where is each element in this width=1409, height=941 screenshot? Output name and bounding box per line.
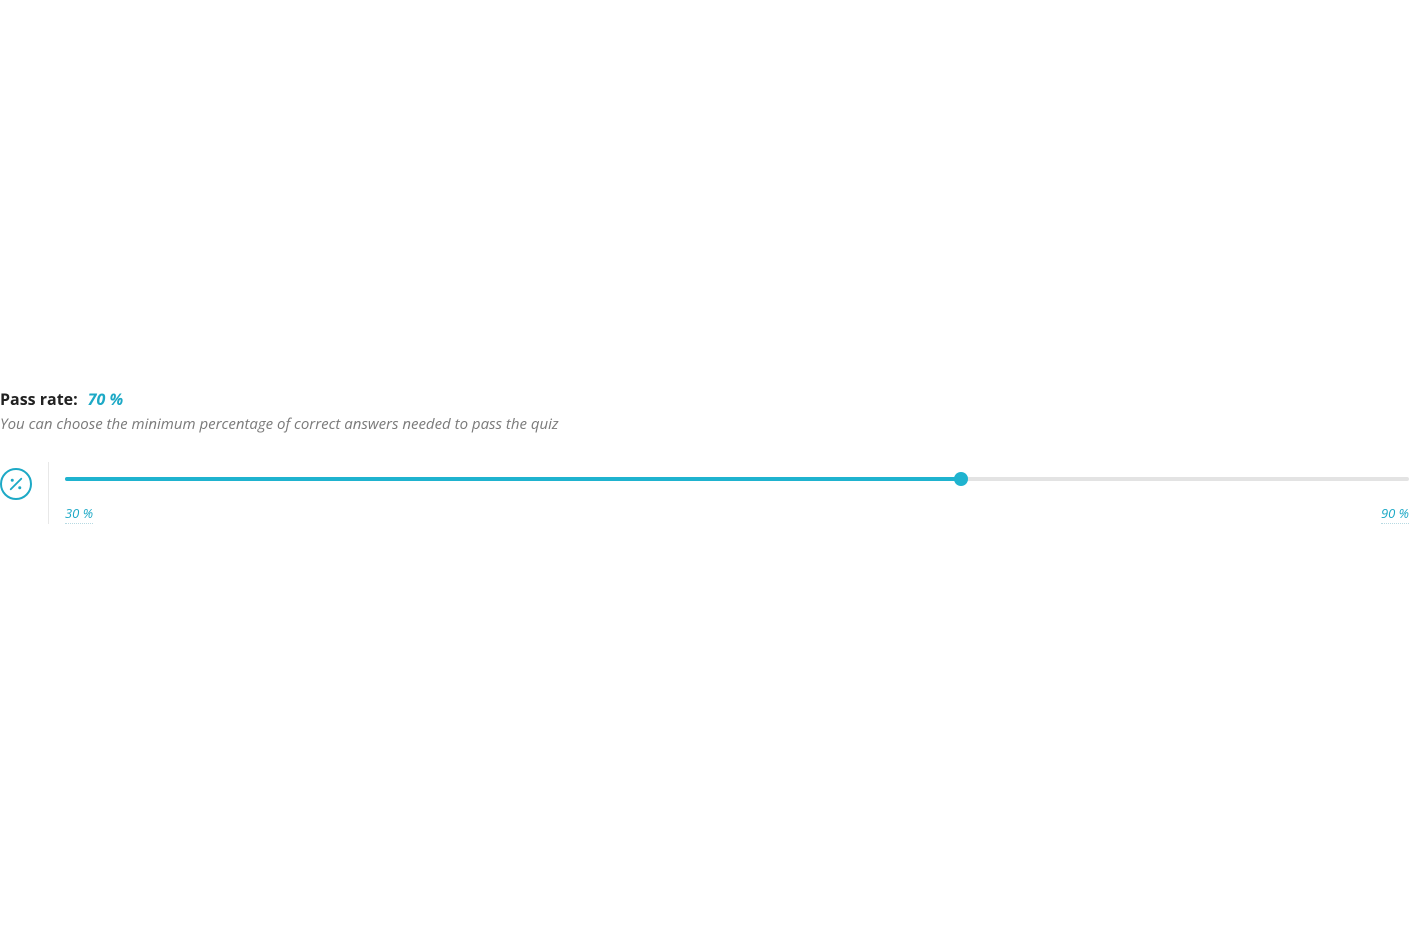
pass-rate-header: Pass rate: 70 % [0, 388, 1409, 410]
percent-icon [0, 468, 32, 500]
pass-rate-label: Pass rate: [0, 388, 78, 410]
pass-rate-description: You can choose the minimum percentage of… [0, 414, 1409, 434]
slider-track-fill [65, 477, 961, 481]
slider-column: 30 % 90 % [65, 462, 1409, 524]
slider-labels-row: 30 % 90 % [65, 504, 1409, 524]
slider-icon-column [0, 462, 48, 500]
pass-rate-slider[interactable] [65, 472, 1409, 486]
slider-divider [48, 462, 49, 524]
pass-rate-value: 70 % [88, 388, 123, 410]
slider-thumb[interactable] [954, 472, 968, 486]
slider-max-label[interactable]: 90 % [1381, 504, 1409, 524]
pass-rate-slider-section: 30 % 90 % [0, 462, 1409, 524]
pass-rate-section: Pass rate: 70 % You can choose the minim… [0, 388, 1409, 524]
slider-min-label[interactable]: 30 % [65, 504, 93, 524]
